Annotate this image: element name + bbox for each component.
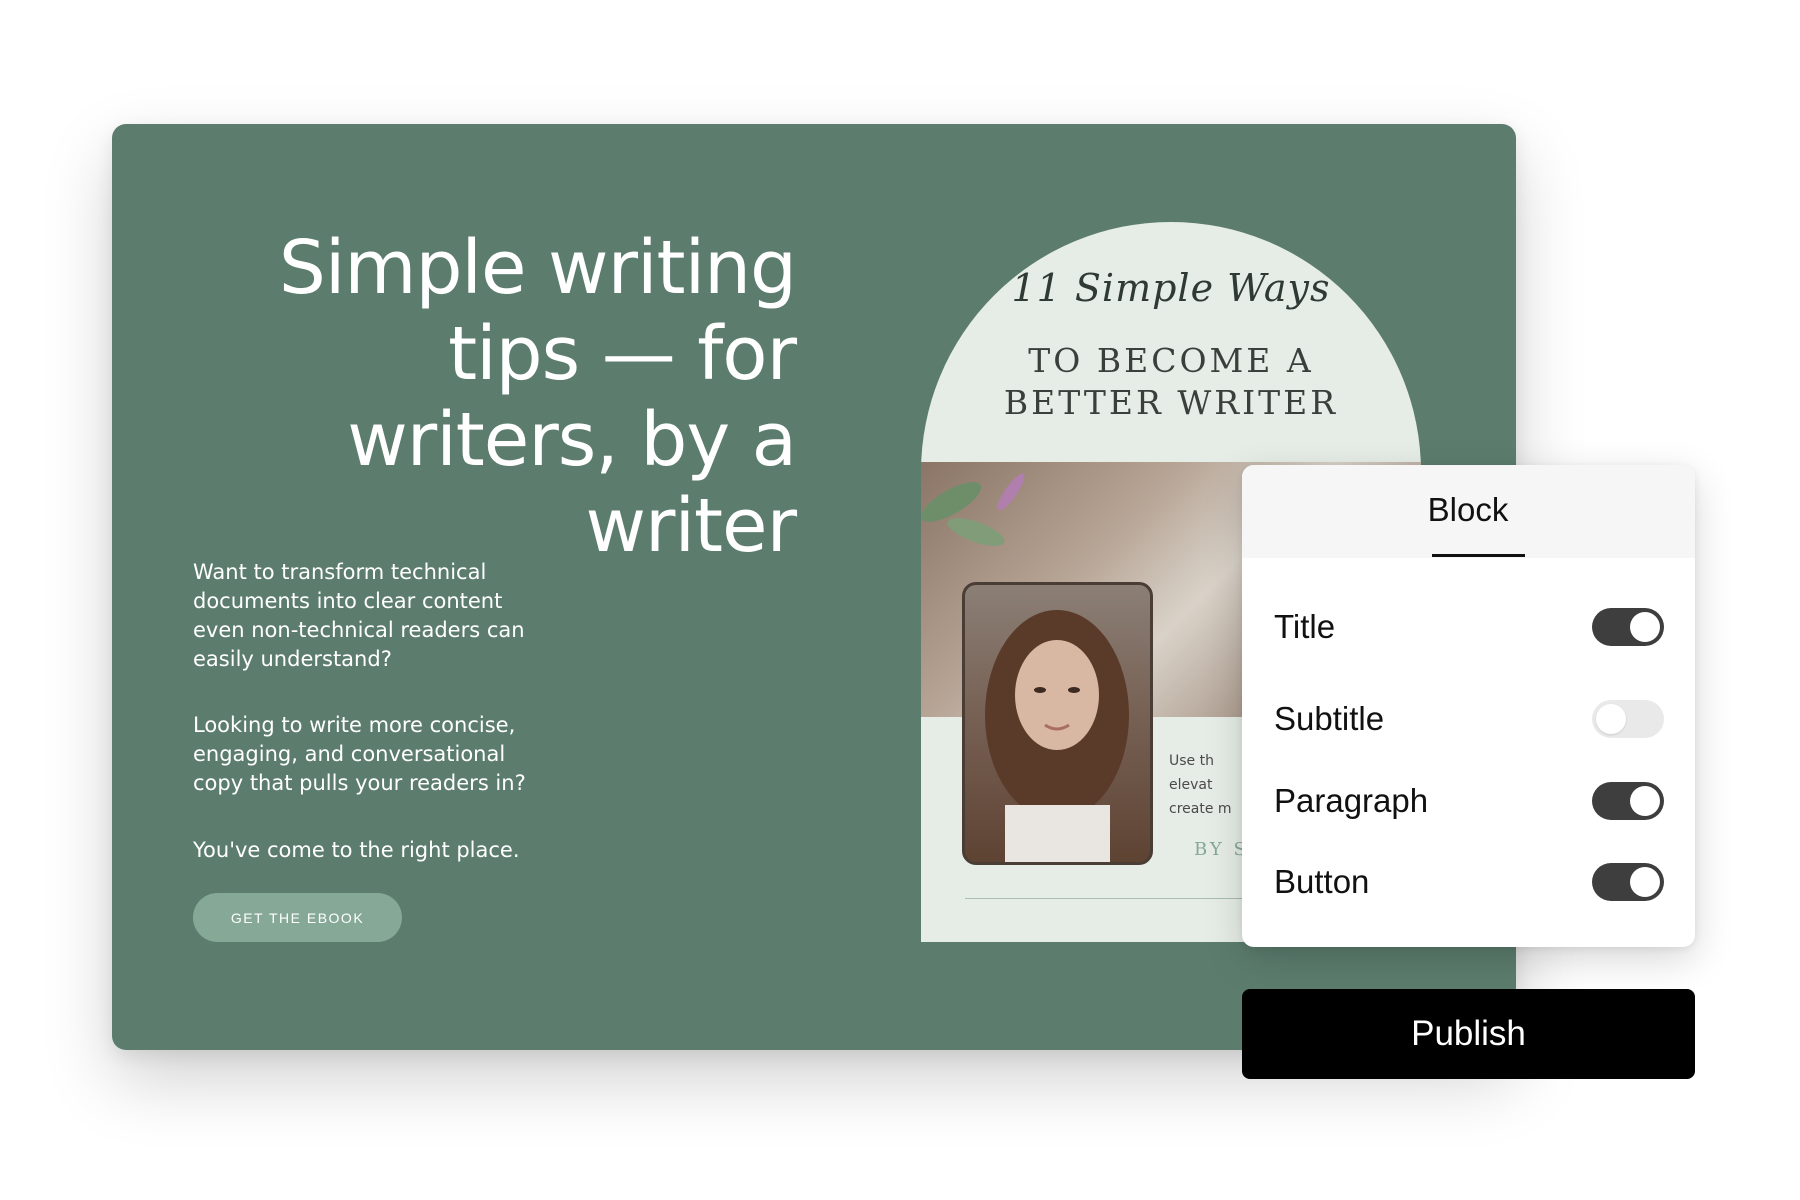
row-paragraph-label: Paragraph — [1274, 782, 1429, 819]
leaf-illustration — [921, 473, 1025, 546]
row-title: Title — [1274, 602, 1664, 652]
toggle-knob — [1630, 612, 1660, 642]
paragraph-toggle[interactable] — [1592, 782, 1664, 820]
tab-block[interactable]: Block — [1388, 489, 1548, 531]
panel-tab-bar: Block — [1242, 465, 1695, 558]
get-ebook-button[interactable]: GET THE EBOOK — [193, 893, 402, 942]
toggle-knob — [1630, 786, 1660, 816]
active-tab-indicator — [1432, 554, 1525, 557]
publish-button[interactable]: Publish — [1242, 989, 1695, 1079]
row-subtitle-label: Subtitle — [1274, 700, 1385, 737]
toggle-knob — [1596, 704, 1626, 734]
intro-paragraph-1: Want to transform technical documents in… — [193, 560, 525, 671]
ebook-title: TO BECOME A BETTER WRITER — [921, 340, 1421, 424]
ebook-title-line-1: TO BECOME A — [1028, 341, 1314, 380]
portrait-illustration — [985, 610, 1129, 862]
block-settings-panel: Block Title Subtitle Paragraph Button — [1242, 465, 1695, 947]
row-button-label: Button — [1274, 863, 1370, 900]
ebook-title-line-2: BETTER WRITER — [1003, 383, 1339, 422]
row-title-label: Title — [1274, 608, 1336, 645]
intro-paragraph-3: You've come to the right place. — [193, 838, 520, 862]
title-toggle[interactable] — [1592, 608, 1664, 646]
intro-paragraph-2: Looking to write more concise, engaging,… — [193, 713, 526, 795]
row-button: Button — [1274, 857, 1664, 907]
ebook-byline: BY S — [1194, 839, 1249, 860]
page-headline: Simple writing tips — for writers, by a … — [278, 225, 797, 569]
button-toggle[interactable] — [1592, 863, 1664, 901]
row-paragraph: Paragraph — [1274, 776, 1664, 826]
ebook-script-title: 11 Simple Ways — [1011, 266, 1331, 310]
subtitle-toggle[interactable] — [1592, 700, 1664, 738]
row-subtitle: Subtitle — [1274, 694, 1664, 744]
author-portrait — [962, 582, 1153, 865]
toggle-knob — [1630, 867, 1660, 897]
